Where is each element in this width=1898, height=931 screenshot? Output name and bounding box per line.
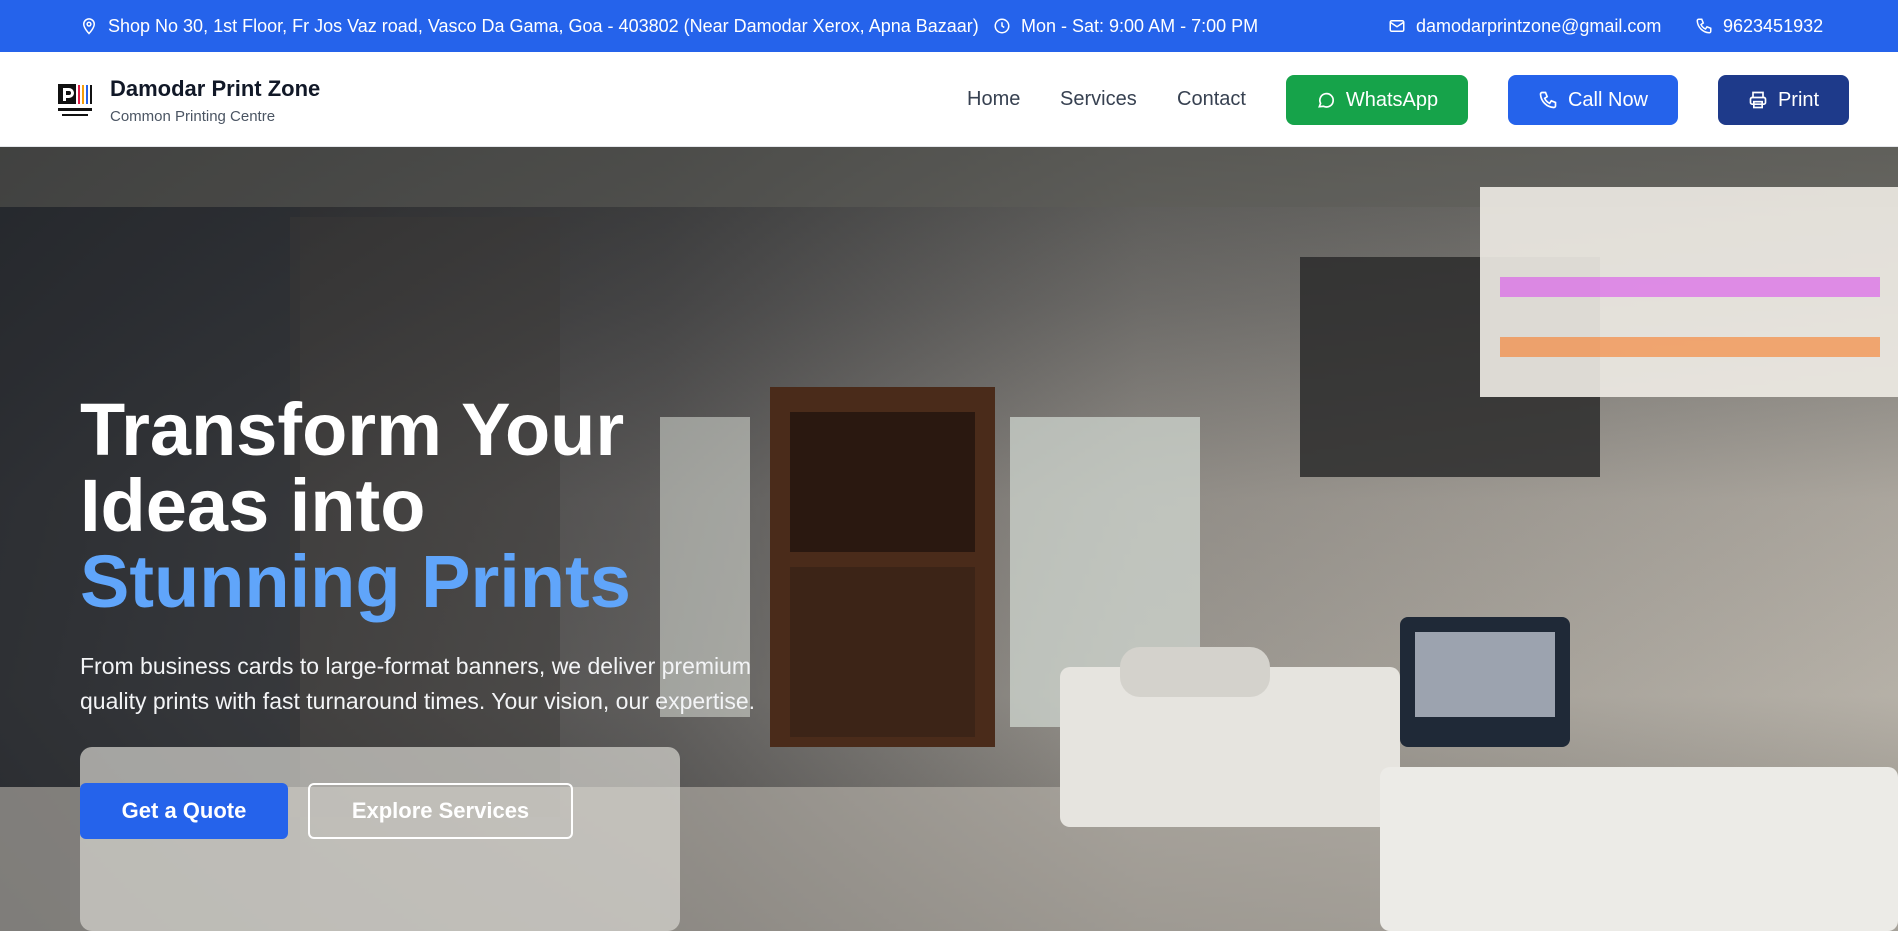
brand-name[interactable]: Damodar Print Zone	[110, 76, 320, 102]
hero-description: From business cards to large-format bann…	[80, 653, 756, 714]
hero-title-line-1: Transform Your	[80, 388, 625, 471]
printer-icon	[1749, 91, 1767, 109]
phone-info[interactable]: 9623451932	[1695, 0, 1823, 52]
logo-mark-icon	[58, 84, 92, 116]
mail-icon	[1389, 20, 1405, 32]
hero-section: Transform Your Ideas into Stunning Print…	[0, 147, 1898, 931]
address-info: Shop No 30, 1st Floor, Fr Jos Vaz road, …	[80, 0, 979, 52]
explore-services-button[interactable]: Explore Services	[308, 783, 573, 839]
brand-logo[interactable]	[57, 82, 93, 120]
hours-text: Mon - Sat: 9:00 AM - 7:00 PM	[1021, 15, 1259, 36]
call-now-button[interactable]: Call Now	[1508, 75, 1678, 125]
email-info[interactable]: damodarprintzone@gmail.com	[1388, 0, 1661, 52]
brand-tagline: Common Printing Centre	[110, 108, 276, 125]
phone-link[interactable]: 9623451932	[1723, 16, 1823, 37]
phone-icon	[1539, 91, 1557, 109]
call-now-label: Call Now	[1567, 88, 1649, 111]
chat-bubble-icon	[1317, 92, 1334, 108]
nav-services[interactable]: Services	[1060, 88, 1137, 111]
phone-icon	[1696, 18, 1712, 34]
hero-title: Transform Your Ideas into Stunning Print…	[80, 392, 631, 620]
nav-contact[interactable]: Contact	[1177, 88, 1246, 111]
whatsapp-label: WhatsApp	[1345, 88, 1439, 111]
hero-title-accent: Stunning Prints	[80, 540, 631, 623]
print-label: Print	[1777, 88, 1820, 111]
hero-title-line-2: Ideas into	[80, 464, 426, 547]
hours-info: Mon - Sat: 9:00 AM - 7:00 PM	[993, 0, 1258, 52]
map-pin-icon	[82, 18, 96, 35]
get-a-quote-button[interactable]: Get a Quote	[80, 783, 288, 839]
top-info-bar: Shop No 30, 1st Floor, Fr Jos Vaz road, …	[0, 0, 1898, 52]
email-link[interactable]: damodarprintzone@gmail.com	[1416, 16, 1661, 37]
address-text: Shop No 30, 1st Floor, Fr Jos Vaz road, …	[108, 15, 979, 36]
nav-home[interactable]: Home	[967, 88, 1020, 111]
site-header: Damodar Print Zone Common Printing Centr…	[0, 52, 1898, 147]
print-button[interactable]: Print	[1718, 75, 1849, 125]
whatsapp-button[interactable]: WhatsApp	[1286, 75, 1468, 125]
clock-icon	[994, 18, 1010, 34]
